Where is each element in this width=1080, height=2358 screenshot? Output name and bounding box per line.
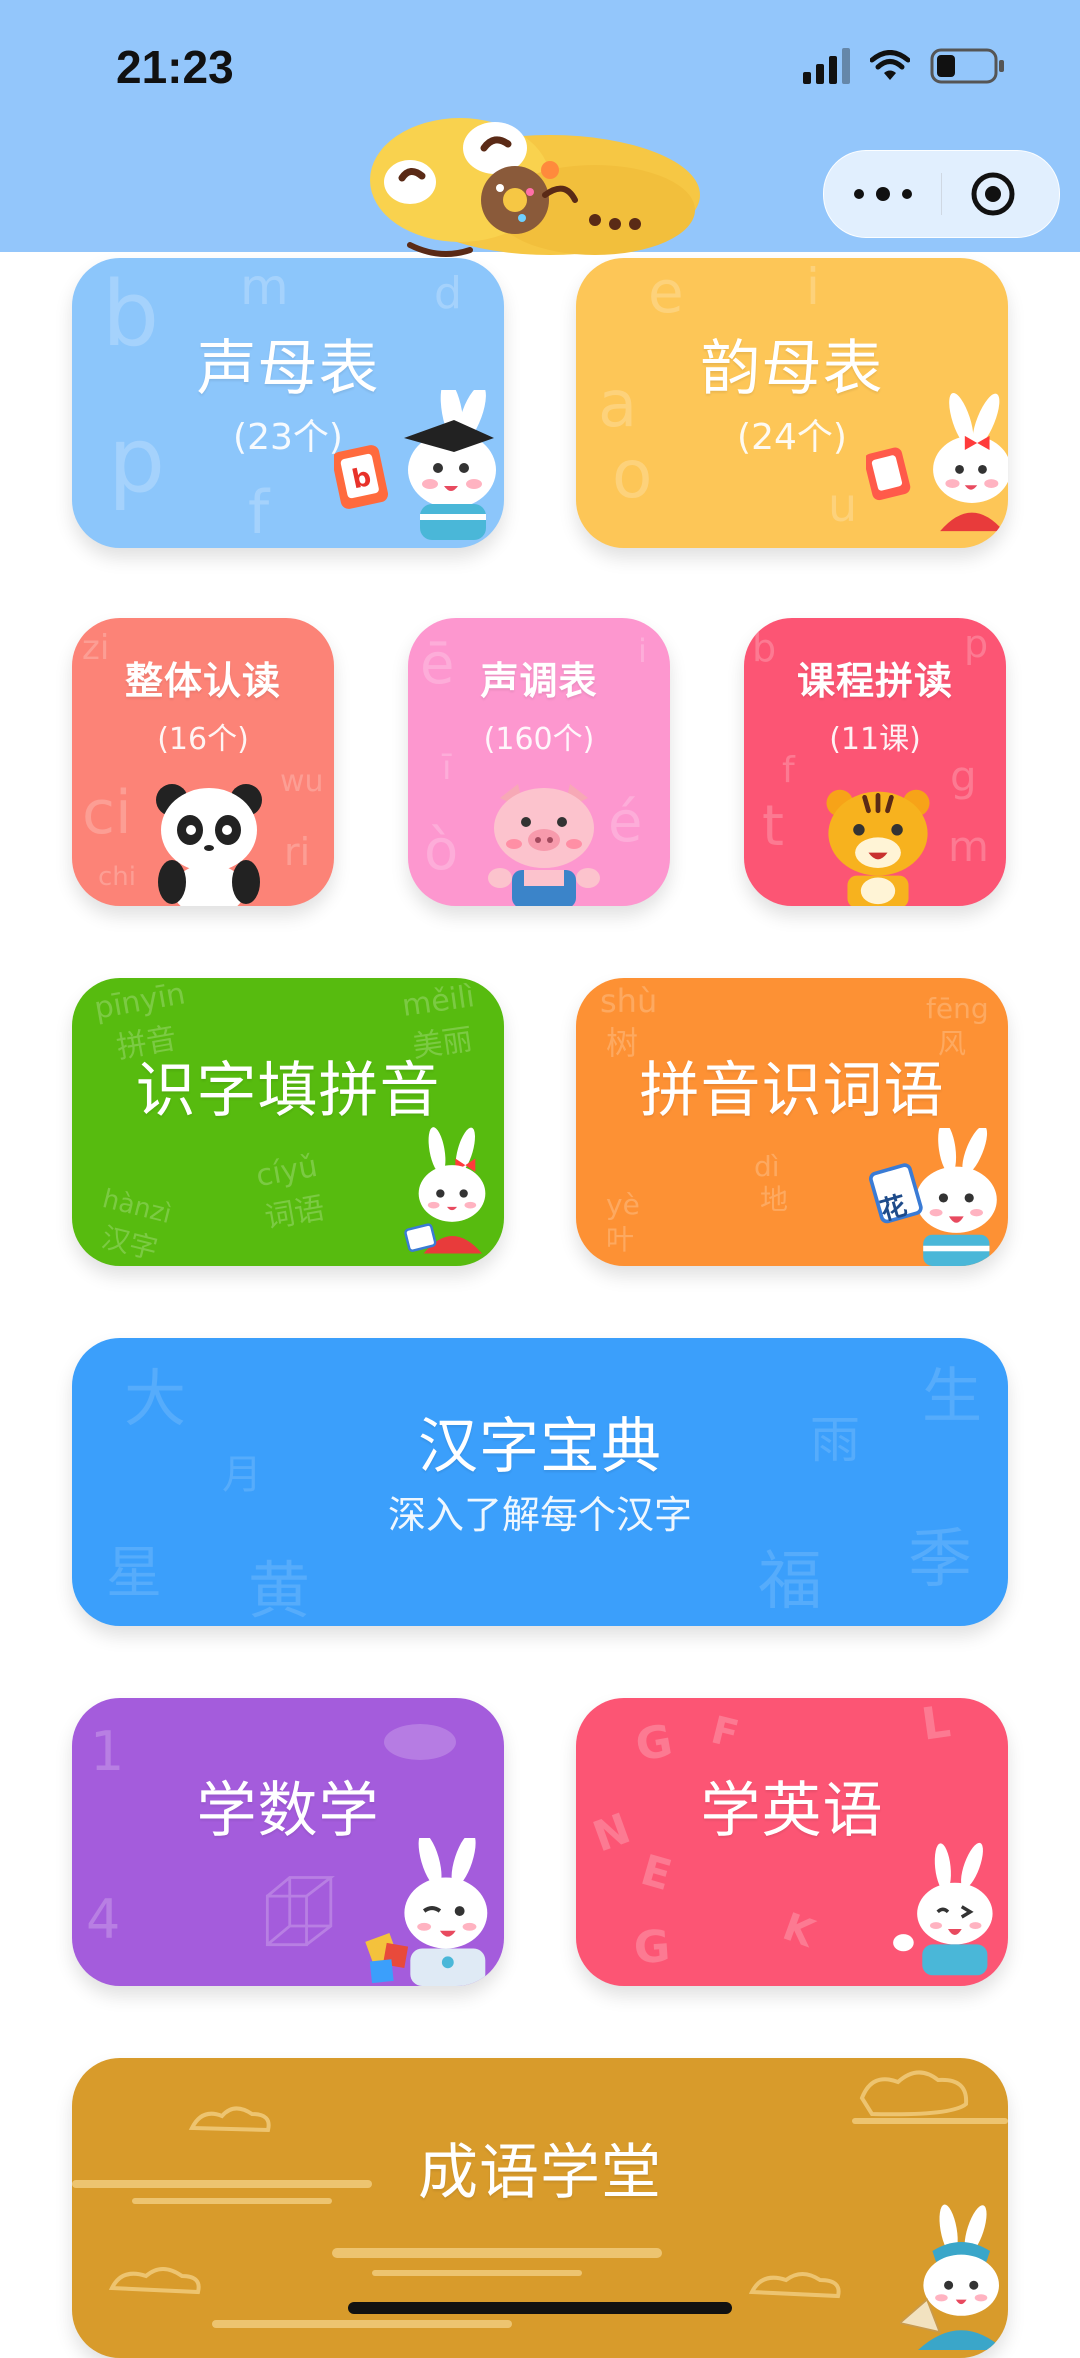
bg-letter: wu <box>280 764 324 799</box>
bg-word: 叶 <box>606 1223 635 1256</box>
rabbit-waving-illustration <box>893 1842 993 1976</box>
bg-word: 词语 <box>262 1191 328 1236</box>
bg-letter: L <box>918 1698 954 1751</box>
shengdiao-table-card[interactable]: ē i ī ò é 声调表 (160个) <box>408 618 670 906</box>
bg-letter: i <box>806 258 820 316</box>
bg-char: 星 <box>106 1541 162 1606</box>
bg-word: yè <box>606 1188 640 1221</box>
bg-word: fēng <box>926 992 989 1025</box>
rabbit-girl-illustration <box>866 393 1008 532</box>
bg-letter: K <box>777 1904 821 1956</box>
mascot-banner-illustration <box>370 118 700 257</box>
card-title: 成语学堂 <box>418 2138 662 2208</box>
cellular-signal-icon <box>803 48 850 84</box>
learn-english-card[interactable]: G F L N E G K 学英语 <box>576 1698 1008 1986</box>
bg-letter: ci <box>82 778 132 848</box>
more-options-icon[interactable] <box>854 179 912 209</box>
zhengti-rendu-card[interactable]: zi ci wu ri chi 整体认读 (16个) <box>72 618 334 906</box>
bg-word: 地 <box>760 1183 789 1216</box>
system-icons <box>803 48 1006 84</box>
bg-letter: g <box>950 752 977 801</box>
yunmu-table-card[interactable]: e i a o u 韵母表 (24个) <box>576 258 1008 548</box>
rabbit-astronaut-illustration <box>365 1838 488 1986</box>
bg-letter: F <box>707 1707 743 1757</box>
home-indicator[interactable] <box>348 2302 732 2314</box>
bg-letter: f <box>248 478 270 548</box>
bg-letter: u <box>828 478 858 532</box>
bg-char: 黄 <box>248 1554 311 1626</box>
pig-illustration <box>488 784 600 906</box>
course-reading-card[interactable]: b p f t g m 课程拼读 (11课) <box>744 618 1006 906</box>
close-miniprogram-icon[interactable] <box>970 171 1016 217</box>
card-count: (16个) <box>157 722 249 757</box>
card-title: 拼音识词语 <box>639 1056 945 1126</box>
bg-letter: chi <box>98 862 136 892</box>
bg-letter: ò <box>424 818 459 883</box>
rabbit-writing-illustration <box>404 1127 486 1254</box>
shizi-tian-pinyin-card[interactable]: pīnyīn 拼音 měilì 美丽 hànzì 汉字 cíyǔ 词语 识字填拼… <box>72 978 504 1266</box>
card-subtitle: 深入了解每个汉字 <box>387 1493 692 1537</box>
header-bar: 21:23 <box>0 0 1080 257</box>
wifi-icon <box>870 50 910 82</box>
card-count: (160个) <box>483 722 595 757</box>
decor-ellipse <box>384 1724 456 1760</box>
card-title: 学数学 <box>196 1776 380 1846</box>
bg-letter: é <box>608 790 643 855</box>
bg-letter: m <box>240 258 289 316</box>
card-title: 汉字宝典 <box>418 1412 662 1482</box>
tiger-illustration <box>826 789 930 906</box>
bg-char: 福 <box>758 1545 822 1619</box>
battery-icon <box>930 48 1006 84</box>
bg-letter: G <box>632 1920 672 1975</box>
miniprogram-capsule <box>823 150 1060 238</box>
cube-outline-decor <box>265 1876 335 1947</box>
bg-letter: t <box>762 794 784 859</box>
card-title: 课程拼读 <box>796 659 953 703</box>
rabbit-scholar-illustration <box>900 2204 1005 2350</box>
card-title: 整体认读 <box>124 659 281 703</box>
bg-letter: E <box>635 1844 677 1901</box>
bg-digit: 4 <box>86 1888 121 1951</box>
hanzi-dictionary-card[interactable]: 大 月 星 黄 生 雨 福 季 汉字宝典 深入了解每个汉字 <box>72 1338 1008 1626</box>
card-count: (11课) <box>829 722 921 757</box>
bg-word: shù <box>600 982 658 1020</box>
bg-letter: ri <box>284 830 311 874</box>
bg-letter: m <box>948 822 989 871</box>
status-time: 21:23 <box>116 41 234 93</box>
pinyin-shi-ciyu-card[interactable]: shù 树 fēng 风 dì 地 yè 叶 拼音识词语 花 <box>576 978 1008 1266</box>
panda-illustration <box>156 784 262 906</box>
shengmu-table-card[interactable]: b m d p f 声母表 (23个) b <box>72 258 504 548</box>
bg-letter: d <box>434 268 462 319</box>
card-title: 声调表 <box>480 659 598 703</box>
bg-letter: e <box>648 258 684 326</box>
rabbit-teacher-illustration: b <box>334 390 496 540</box>
learn-math-card[interactable]: 1 4 学数学 <box>72 1698 504 1986</box>
